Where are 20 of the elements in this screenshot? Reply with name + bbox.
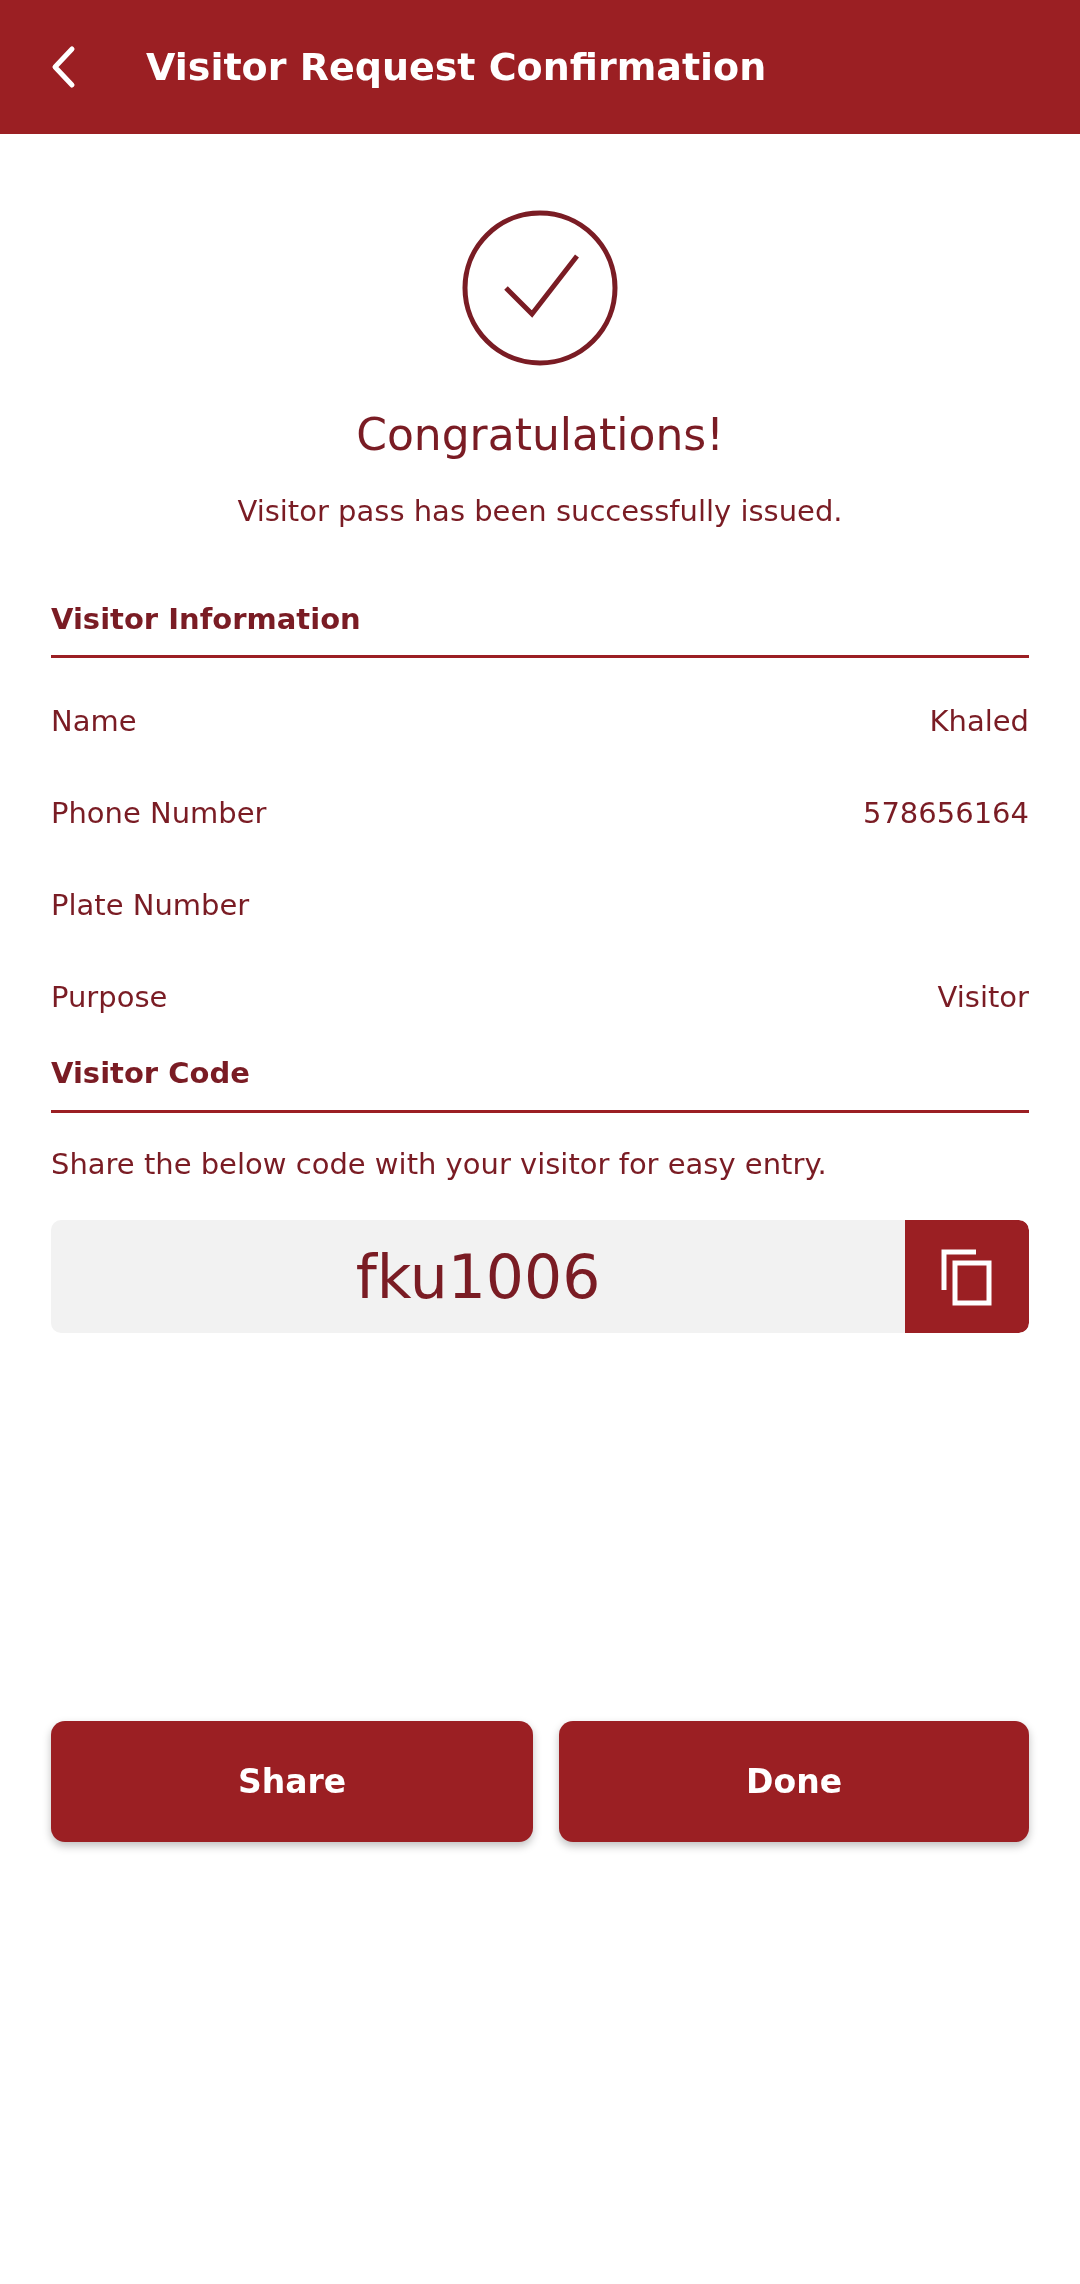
info-label: Plate Number [51, 887, 250, 925]
info-label: Phone Number [51, 795, 267, 833]
section-heading: Visitor Code [51, 1052, 1029, 1113]
check-circle-icon [462, 210, 618, 366]
visitor-code: fku1006 [355, 1241, 601, 1312]
info-label: Purpose [51, 979, 168, 1017]
code-hint: Share the below code with your visitor for easy entry. [51, 1145, 828, 1183]
success-title: Congratulations! [355, 408, 725, 462]
section-heading: Visitor Information [51, 597, 1029, 658]
share-button[interactable]: Share [51, 1721, 534, 1842]
info-value: Visitor [937, 979, 1029, 1017]
copy-button[interactable] [905, 1220, 1029, 1333]
copy-icon [940, 1247, 994, 1306]
done-button[interactable]: Done [559, 1721, 1029, 1842]
info-value: 578656164 [862, 795, 1029, 833]
success-message: Visitor pass has been successfully issued. [236, 493, 844, 530]
info-label: Name [51, 703, 137, 741]
back-icon [50, 45, 76, 89]
info-value: Khaled [929, 703, 1029, 741]
screen-title: Visitor Request Confirmation [146, 43, 767, 91]
